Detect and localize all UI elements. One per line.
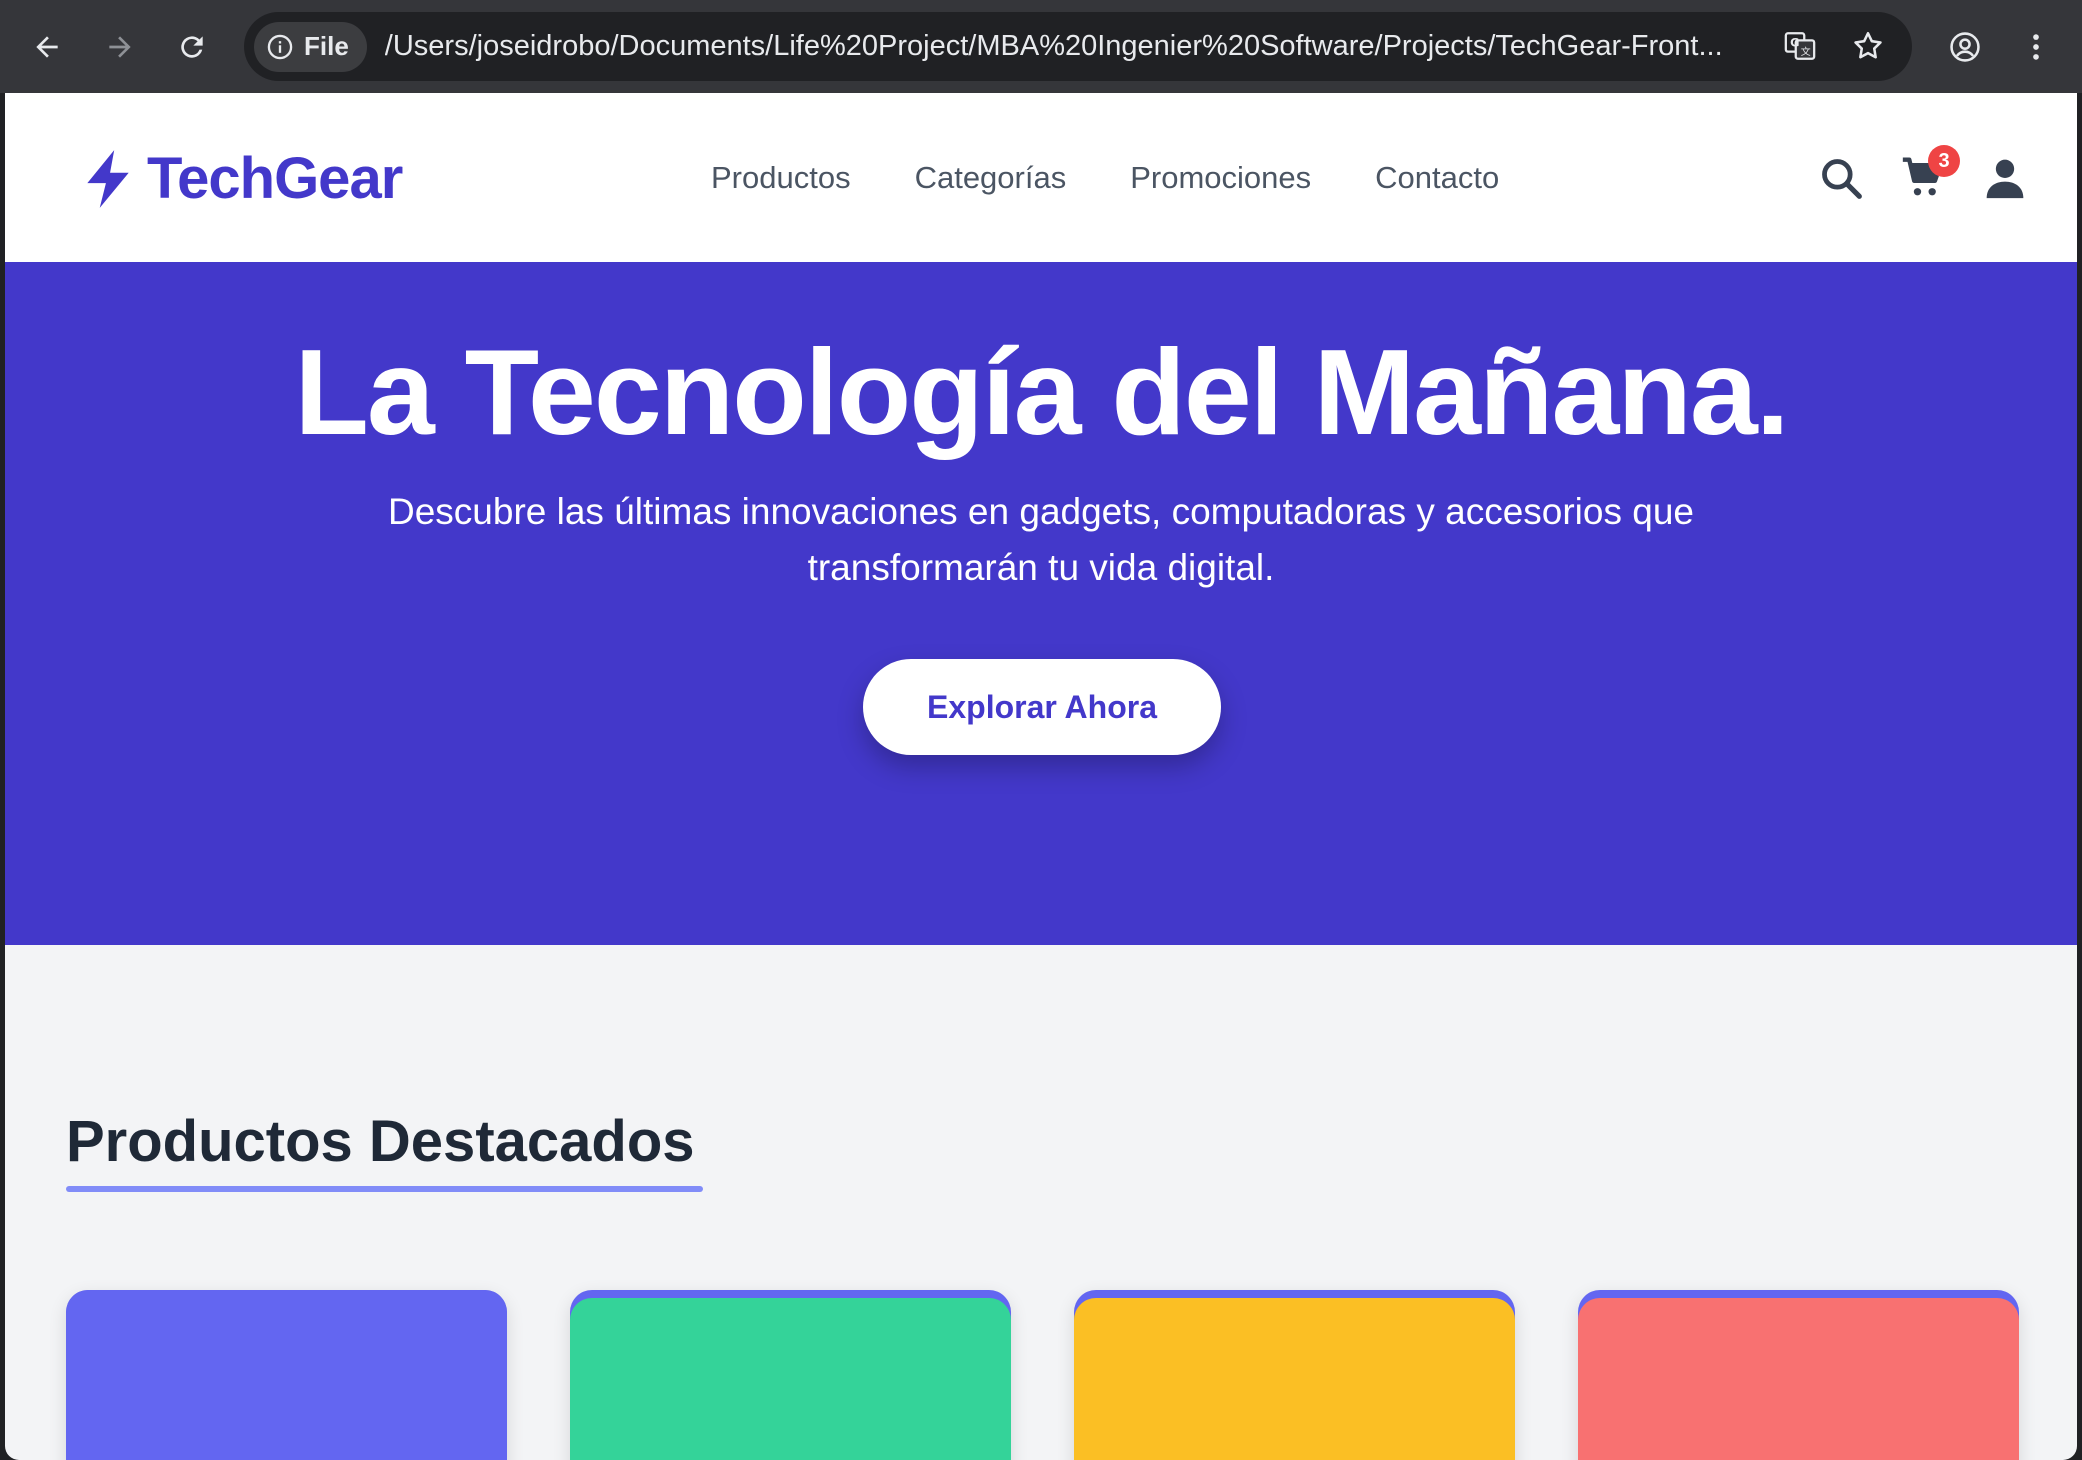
browser-menu-button[interactable] <box>2011 22 2061 72</box>
back-button[interactable] <box>22 22 72 72</box>
product-card[interactable] <box>66 1290 507 1460</box>
search-button[interactable] <box>1816 153 1866 203</box>
profile-button[interactable] <box>1940 22 1990 72</box>
logo[interactable]: TechGear <box>83 145 403 212</box>
product-card[interactable] <box>570 1290 1011 1460</box>
section-title-underline <box>66 1186 703 1192</box>
address-bar[interactable]: File /Users/joseidrobo/Documents/Life%20… <box>244 12 1912 81</box>
product-card-image <box>66 1290 507 1460</box>
page-viewport: TechGear Productos Categorías Promocione… <box>5 93 2077 1460</box>
cart-count-badge: 3 <box>1928 145 1960 177</box>
product-card[interactable] <box>1074 1290 1515 1460</box>
browser-toolbar: File /Users/joseidrobo/Documents/Life%20… <box>0 0 2082 93</box>
arrow-left-icon <box>36 36 58 58</box>
account-circle-icon <box>1950 32 1980 62</box>
star-icon <box>1854 31 1882 59</box>
translate-icon: G文 <box>1784 32 1816 60</box>
more-vertical-icon <box>2033 34 2039 60</box>
svg-text:G: G <box>1790 36 1799 50</box>
url-text[interactable]: /Users/joseidrobo/Documents/Life%20Proje… <box>385 30 1775 63</box>
arrow-right-icon <box>109 36 131 58</box>
featured-products-title: Productos Destacados <box>66 1109 695 1174</box>
product-card-image <box>570 1298 1011 1460</box>
product-card[interactable] <box>1578 1290 2019 1460</box>
site-header: TechGear Productos Categorías Promocione… <box>5 93 2077 262</box>
product-card-image <box>1074 1298 1515 1460</box>
reload-icon <box>181 36 203 58</box>
nav-link-categorias[interactable]: Categorías <box>915 160 1067 196</box>
nav-link-promociones[interactable]: Promociones <box>1130 160 1311 196</box>
hero-subtitle: Descubre las últimas innovaciones en gad… <box>387 491 1694 588</box>
cart-button[interactable]: 3 <box>1898 145 1960 203</box>
hero-title: La Tecnología del Mañana. <box>294 324 1789 460</box>
forward-button[interactable] <box>95 22 145 72</box>
file-chip-label: File <box>304 31 349 61</box>
nav-link-productos[interactable]: Productos <box>711 160 851 196</box>
explore-now-button[interactable]: Explorar Ahora <box>863 659 1221 755</box>
account-button[interactable] <box>1980 153 2030 203</box>
reload-button[interactable] <box>167 22 217 72</box>
translate-button[interactable]: G文 <box>1780 26 1820 66</box>
main-nav: Productos Categorías Promociones Contact… <box>711 93 1499 262</box>
info-icon <box>267 34 293 59</box>
user-icon <box>1986 159 2024 199</box>
lightning-bolt-icon <box>87 149 129 208</box>
search-icon <box>1822 159 1862 199</box>
product-card-image <box>1578 1298 2019 1460</box>
site-info-chip[interactable]: File <box>254 21 367 72</box>
nav-link-contacto[interactable]: Contacto <box>1375 160 1499 196</box>
hero-section: La Tecnología del Mañana. Descubre las ú… <box>5 262 2077 945</box>
bookmark-button[interactable] <box>1848 26 1888 66</box>
logo-text: TechGear <box>147 146 403 211</box>
svg-text:文: 文 <box>1801 45 1811 58</box>
